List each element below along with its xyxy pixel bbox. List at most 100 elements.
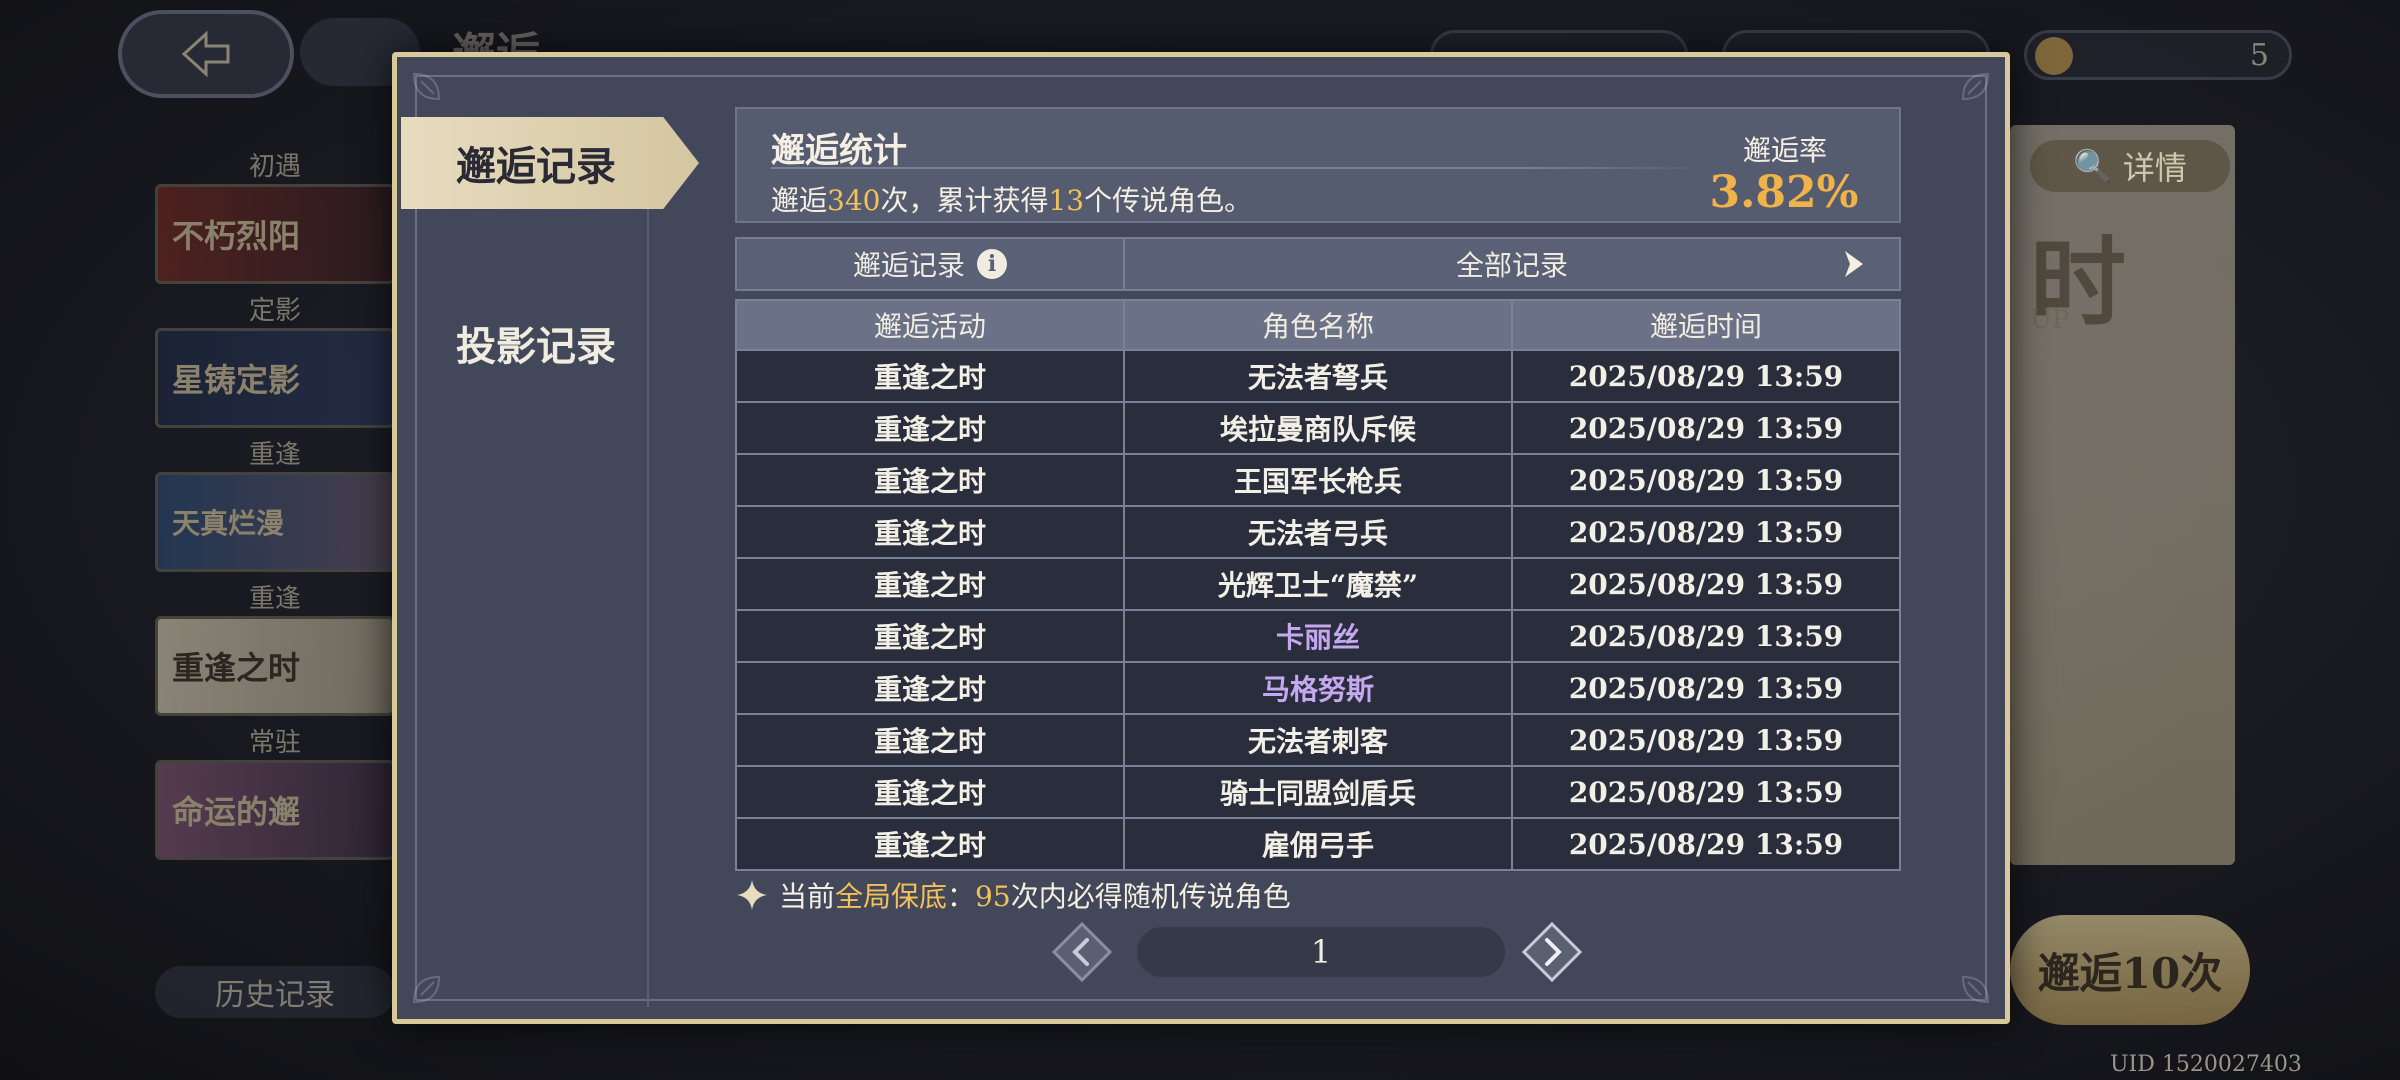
cell-time: 2025/08/29 13:59 [1568, 515, 1844, 549]
table-row: 重逢之时 雇佣弓手 2025/08/29 13:59 [737, 817, 1899, 869]
detail-button-label: 详情 [2122, 149, 2187, 187]
cell-character-name: 马格努斯 [1125, 663, 1513, 713]
cell-character-name: 卡丽丝 [1125, 611, 1513, 661]
stats-divider [771, 167, 1711, 169]
sparkle-icon [737, 880, 767, 910]
cell-character-name: 王国军长枪兵 [1125, 455, 1513, 505]
column-header-activity: 邂逅活动 [737, 301, 1125, 349]
next-page-button[interactable] [1521, 921, 1583, 983]
stats-desc-suffix: 个传说角色。 [1084, 184, 1253, 217]
stats-desc-mid: 次，累计获得 [880, 184, 1049, 217]
records-table: 邂逅活动 角色名称 邂逅时间 重逢之时 无法者弩兵 2025/08/29 13:59… [735, 299, 1901, 871]
cell-activity: 重逢之时 [737, 351, 1125, 401]
cell-activity: 重逢之时 [737, 819, 1125, 869]
back-arrow-icon [181, 30, 230, 78]
cell-time: 2025/08/29 13:59 [1568, 359, 1844, 393]
draw-10-button[interactable]: 邂逅10次 [2010, 915, 2250, 1025]
filter-label-group: 邂逅记录 i [737, 239, 1125, 289]
banner-card[interactable]: 命运的邂 [155, 760, 395, 860]
corner-ornament-icon [1933, 947, 1993, 1007]
tab-encounter-records[interactable]: 邂逅记录 [401, 117, 699, 209]
stats-desc-prefix: 邂逅 [771, 184, 828, 217]
cell-time: 2025/08/29 13:59 [1568, 723, 1844, 757]
record-filter-bar: 邂逅记录 i 全部记录 [735, 237, 1901, 291]
detail-button[interactable]: 🔍 详情 [2030, 140, 2230, 192]
pity-prefix: 当前 [779, 880, 836, 913]
filter-selected-value: 全部记录 [1455, 249, 1568, 282]
cell-character-name: 光辉卫士“魔禁” [1125, 559, 1513, 609]
cell-character-name: 无法者弩兵 [1125, 351, 1513, 401]
banner-category: 初遇 [248, 152, 301, 182]
table-row: 重逢之时 卡丽丝 2025/08/29 13:59 [737, 609, 1899, 661]
cell-time: 2025/08/29 13:59 [1568, 827, 1844, 861]
cell-activity: 重逢之时 [737, 767, 1125, 817]
table-row: 重逢之时 光辉卫士“魔禁” 2025/08/29 13:59 [737, 557, 1899, 609]
chevron-right-icon [1845, 251, 1863, 277]
banner-category: 定影 [248, 296, 301, 326]
back-button[interactable] [118, 10, 294, 98]
filter-dropdown[interactable]: 全部记录 [1125, 239, 1899, 289]
cell-time: 2025/08/29 13:59 [1568, 671, 1844, 705]
banner-card[interactable]: 不朽烈阳 [155, 184, 395, 284]
cell-time: 2025/08/29 13:59 [1568, 567, 1844, 601]
table-body: 重逢之时 无法者弩兵 2025/08/29 13:59 重逢之时 埃拉曼商队斥候 2025… [737, 349, 1899, 869]
history-button[interactable]: 历史记录 [155, 966, 395, 1018]
table-row: 重逢之时 骑士同盟剑盾兵 2025/08/29 13:59 [737, 765, 1899, 817]
rate-label: 邂逅率 [1742, 134, 1827, 167]
tab-projection-records[interactable]: 投影记录 [401, 297, 699, 389]
table-row: 重逢之时 无法者弩兵 2025/08/29 13:59 [737, 349, 1899, 401]
pity-highlight: 全局保底 [835, 880, 948, 913]
history-modal: 邂逅记录 投影记录 邂逅统计 邂逅340次，累计获得13个传说角色。 邂逅率 3… [392, 52, 2010, 1024]
cell-activity: 重逢之时 [737, 507, 1125, 557]
banner-card[interactable]: 重逢之时 [155, 616, 395, 716]
table-row: 重逢之时 无法者弓兵 2025/08/29 13:59 [737, 505, 1899, 557]
banner-category: 重逢 [248, 440, 301, 470]
banner-category: 常驻 [248, 728, 301, 758]
cell-character-name: 雇佣弓手 [1125, 819, 1513, 869]
cell-character-name: 骑士同盟剑盾兵 [1125, 767, 1513, 817]
previous-page-button[interactable] [1051, 921, 1113, 983]
corner-ornament-icon [1933, 69, 1993, 129]
chevron-left-icon [1051, 921, 1113, 983]
user-id: UID 1520027403 [2110, 1052, 2302, 1077]
page-number: 1 [1137, 927, 1505, 977]
table-row: 重逢之时 无法者刺客 2025/08/29 13:59 [737, 713, 1899, 765]
cell-time: 2025/08/29 13:59 [1568, 775, 1844, 809]
currency-3-amount: 5 [2249, 37, 2269, 73]
pity-suffix: 次内必得随机传说角色 [1010, 880, 1291, 913]
cell-activity: 重逢之时 [737, 455, 1125, 505]
cell-activity: 重逢之时 [737, 559, 1125, 609]
stats-title: 邂逅统计 [771, 131, 907, 171]
coin-icon [2035, 37, 2073, 75]
banner-up-label: UP [2030, 305, 2070, 335]
chevron-right-icon [1521, 921, 1583, 983]
cell-time: 2025/08/29 13:59 [1568, 463, 1844, 497]
banner-card[interactable]: 星铸定影 [155, 328, 395, 428]
cell-character-name: 无法者弓兵 [1125, 507, 1513, 557]
cell-time: 2025/08/29 13:59 [1568, 619, 1844, 653]
corner-ornament-icon [409, 947, 469, 1007]
rate-value: 3.82% [1709, 167, 1859, 218]
table-row: 重逢之时 王国军长枪兵 2025/08/29 13:59 [737, 453, 1899, 505]
cell-character-name: 埃拉曼商队斥候 [1125, 403, 1513, 453]
column-header-time: 邂逅时间 [1649, 310, 1762, 343]
pity-info: 当前全局保底：95次内必得随机传说角色 [735, 875, 1291, 915]
pity-count: 95 [975, 880, 1011, 913]
stats-panel: 邂逅统计 邂逅340次，累计获得13个传说角色。 邂逅率 3.82% [735, 107, 1901, 223]
table-header-row: 邂逅活动 角色名称 邂逅时间 [737, 301, 1899, 349]
currency-3: 5 [2024, 30, 2292, 80]
zoom-icon: 🔍 [2073, 147, 2113, 185]
cell-activity: 重逢之时 [737, 663, 1125, 713]
cell-activity: 重逢之时 [737, 611, 1125, 661]
table-row: 重逢之时 马格努斯 2025/08/29 13:59 [737, 661, 1899, 713]
banner-card[interactable]: 天真烂漫 [155, 472, 395, 572]
column-header-character: 角色名称 [1125, 301, 1513, 349]
banner-category: 重逢 [248, 584, 301, 614]
cell-time: 2025/08/29 13:59 [1568, 411, 1844, 445]
cell-activity: 重逢之时 [737, 715, 1125, 765]
banner-list: 初遇 不朽烈阳 定影 星铸定影 重逢 天真烂漫 重逢 重逢之时 常驻 命运的邂 [155, 140, 395, 860]
total-draws-count: 340 [827, 184, 881, 217]
table-row: 重逢之时 埃拉曼商队斥候 2025/08/29 13:59 [737, 401, 1899, 453]
pity-colon: ： [947, 880, 976, 913]
info-icon[interactable]: i [977, 249, 1007, 279]
